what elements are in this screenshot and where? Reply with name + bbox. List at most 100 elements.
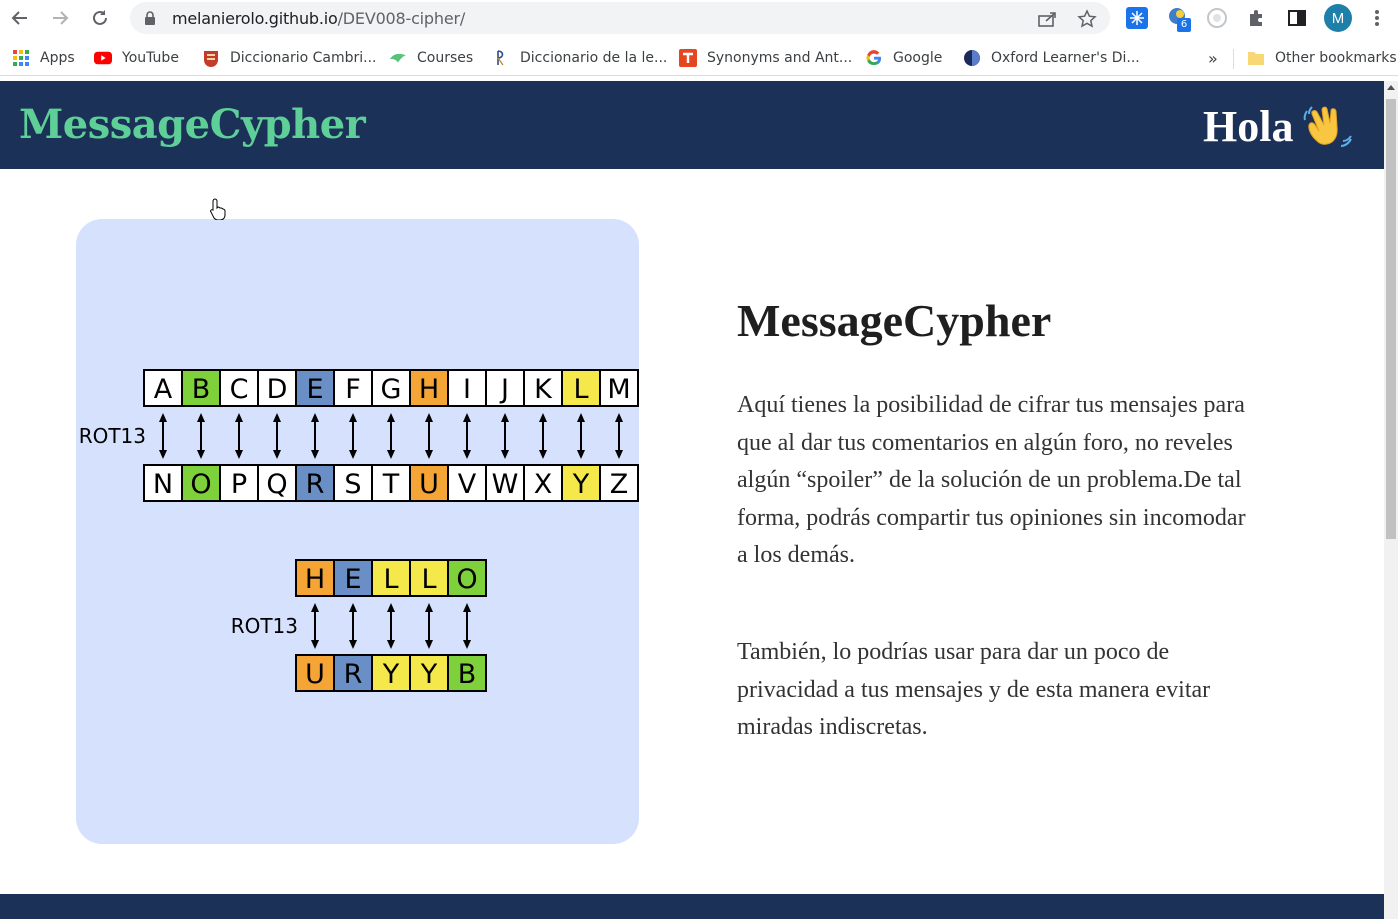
browser-toolbar: melanierolo.github.io/DEV008-cipher/ 6 M <box>0 0 1398 36</box>
thesaurus-icon <box>679 49 697 67</box>
letter-text: H <box>305 564 325 595</box>
arrow-head-up <box>387 603 395 612</box>
word-plain-row: HELLO <box>295 559 487 597</box>
letter-text: R <box>344 659 363 690</box>
more-bookmarks-label: » <box>1208 48 1218 68</box>
letter-text: Y <box>572 469 590 500</box>
oxford-icon <box>963 49 981 67</box>
snowflake-icon <box>1126 7 1148 29</box>
letter-text: T <box>382 469 400 500</box>
reload-button[interactable] <box>86 5 114 31</box>
letter-text: L <box>573 374 588 405</box>
bookmark-oxford[interactable]: Oxford Learner's Di... <box>963 48 1140 68</box>
extension-badge-count: 6 <box>1177 18 1191 32</box>
extension-badge[interactable]: 6 <box>1167 6 1191 32</box>
back-arrow-icon <box>11 11 27 25</box>
arrow-head-down <box>349 450 357 459</box>
letter-text: O <box>190 469 211 500</box>
bookmark-apps[interactable]: Apps <box>12 48 75 68</box>
arrow-head-up <box>311 603 319 612</box>
bookmark-label: Oxford Learner's Di... <box>991 50 1140 66</box>
courses-icon <box>389 49 407 67</box>
arrow-head-up <box>463 603 471 612</box>
arrow-head-up <box>235 413 243 422</box>
arrow-head-up <box>197 413 205 422</box>
arrow-head-up <box>501 413 509 422</box>
folder-icon <box>1247 49 1265 67</box>
arrow-head-down <box>425 640 433 649</box>
profile-avatar[interactable]: M <box>1324 4 1352 32</box>
letter-text: E <box>306 374 323 405</box>
rot13-diagram: A B C D E F G H I J K L MROT13N O P Q R S T U V W X Y ZH E L L OROT1… <box>79 369 639 692</box>
profile-initial: M <box>1331 9 1345 27</box>
bookmark-courses[interactable]: Courses <box>389 48 473 68</box>
arrow-head-down <box>463 640 471 649</box>
letter-text: R <box>306 469 325 500</box>
more-bookmarks-button[interactable]: » <box>1208 48 1218 68</box>
bookmark-label: Courses <box>417 50 474 66</box>
extension-snowflake[interactable] <box>1125 6 1149 30</box>
extensions-button[interactable] <box>1245 6 1269 30</box>
bookmark-cambridge[interactable]: Diccionario Cambri... <box>202 48 377 68</box>
bookmarks-divider <box>1233 49 1234 69</box>
arrow-head-up <box>387 413 395 422</box>
letter-text: Y <box>420 659 438 690</box>
forward-button[interactable] <box>46 5 74 31</box>
greeting-text: Hola <box>1203 102 1294 151</box>
letter-text: V <box>458 469 477 500</box>
url-text: melanierolo.github.io/DEV008-cipher/ <box>172 9 466 28</box>
address-bar[interactable]: melanierolo.github.io/DEV008-cipher/ <box>130 2 1110 34</box>
letter-text: H <box>419 374 439 405</box>
rae-icon <box>492 49 510 67</box>
bookmark-label: Diccionario Cambri... <box>230 50 377 66</box>
record-icon <box>1207 8 1227 28</box>
side-panel-button[interactable] <box>1285 6 1309 30</box>
word-rot13-label: ROT13 <box>231 614 298 638</box>
kebab-menu-icon <box>1375 10 1379 26</box>
letter-text: U <box>419 469 439 500</box>
letter-text: G <box>381 374 402 405</box>
other-bookmarks-folder[interactable]: Other bookmarks <box>1247 48 1397 68</box>
letter-text: N <box>153 469 173 500</box>
site-header: MessageCypher Hola <box>0 81 1384 169</box>
letter-text: L <box>383 564 398 595</box>
arrow-head-down <box>463 450 471 459</box>
arrow-head-down <box>311 450 319 459</box>
site-brand[interactable]: MessageCypher <box>19 101 366 148</box>
arrow-head-up <box>311 413 319 422</box>
extension-circle[interactable] <box>1205 6 1229 30</box>
letter-text: J <box>499 374 509 405</box>
forward-arrow-icon <box>53 11 69 25</box>
letter-text: B <box>192 374 211 405</box>
apps-grid-icon <box>12 49 30 67</box>
bookmark-thesaurus[interactable]: Synonyms and Ant... <box>679 48 852 68</box>
letter-text: K <box>534 374 553 405</box>
letter-text: A <box>154 374 173 405</box>
browser-menu-button[interactable] <box>1365 6 1389 30</box>
scroll-thumb[interactable] <box>1386 99 1396 539</box>
scroll-up-arrow-icon[interactable] <box>1387 85 1395 90</box>
intro-paragraph: Aquí tienes la posibilidad de cifrar tus… <box>737 392 1246 568</box>
letter-text: Y <box>382 659 400 690</box>
arrow-head-down <box>273 450 281 459</box>
word-arrows <box>311 603 471 649</box>
share-button[interactable] <box>1036 8 1058 30</box>
letter-text: F <box>345 374 361 405</box>
letter-text: E <box>344 564 361 595</box>
bookmark-rae[interactable]: Diccionario de la le... <box>492 48 667 68</box>
bookmarks-bar: Apps YouTube Diccionario Cambri... Cours… <box>0 40 1398 76</box>
arrow-head-down <box>159 450 167 459</box>
arrow-head-down <box>425 450 433 459</box>
bookmark-google[interactable]: Google <box>865 48 942 68</box>
arrow-head-up <box>425 413 433 422</box>
page-scrollbar[interactable] <box>1384 81 1398 919</box>
lock-icon <box>145 11 155 25</box>
back-button[interactable] <box>6 5 34 31</box>
hand-cursor-icon <box>210 198 226 220</box>
other-bookmarks-label: Other bookmarks <box>1275 50 1397 66</box>
bookmark-star-button[interactable] <box>1076 8 1098 30</box>
letter-text: P <box>231 469 247 500</box>
letter-text: L <box>421 564 436 595</box>
arrow-head-up <box>349 603 357 612</box>
bookmark-youtube[interactable]: YouTube <box>94 48 179 68</box>
